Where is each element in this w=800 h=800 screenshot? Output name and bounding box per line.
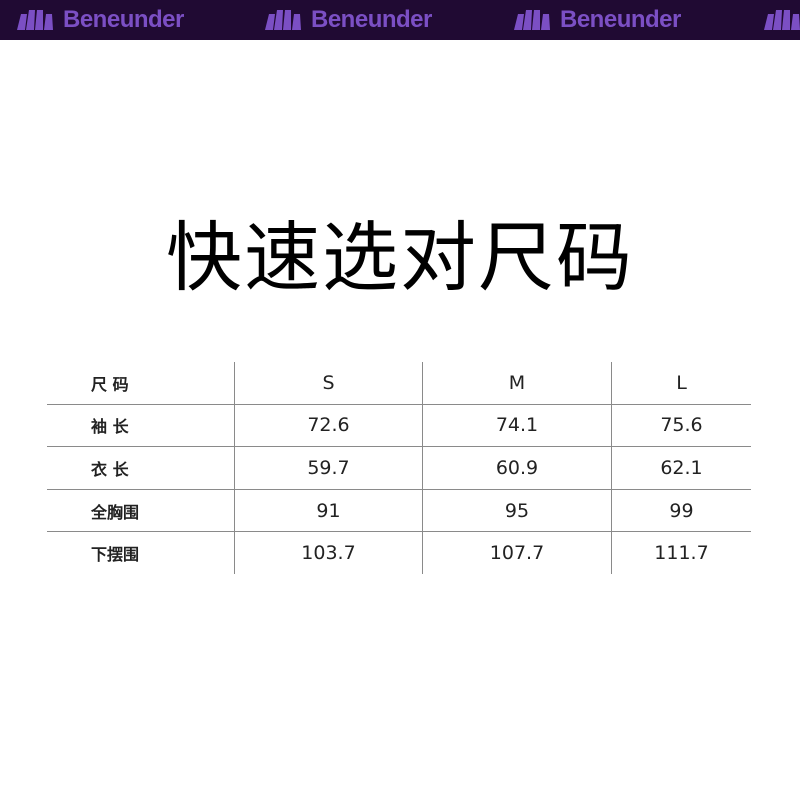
table-cell: 74.1 [422,404,612,447]
brand-logo-icon [764,10,800,30]
table-row: 全胸围 91 95 99 [47,489,751,532]
table-cell: 99 [669,499,694,522]
row-label: 衣 长 [47,446,235,490]
brand-logo: Beneunder [16,0,184,40]
table-cell: 75.6 [660,414,703,437]
brand-name: Beneunder [311,6,432,33]
brand-banner: Beneunder Beneunder Beneunder [0,0,800,40]
page-title: 快速选对尺码 [166,213,634,302]
brand-logo-icon [265,10,301,30]
brand-logo [763,0,800,40]
header-label: 尺 码 [47,362,235,405]
table-header-row: 尺 码 S M L [47,362,751,405]
table-row: 衣 长 59.7 60.9 62.1 [47,446,751,490]
table-cell: 95 [422,489,612,532]
table-cell: 62.1 [660,456,703,479]
table-cell: 59.7 [234,446,423,490]
table-cell: 111.7 [654,542,709,565]
size-header-s: S [234,362,423,405]
brand-name: Beneunder [63,6,184,33]
brand-logo-icon [514,10,550,30]
table-cell: 103.7 [234,531,423,574]
table-cell: 91 [234,489,423,532]
brand-logo-icon [17,10,53,30]
row-label: 全胸围 [47,489,235,532]
brand-logo: Beneunder [513,0,681,40]
brand-name: Beneunder [560,6,681,33]
table-cell: 107.7 [422,531,612,574]
table-row: 下摆围 103.7 107.7 111.7 [47,531,751,574]
table-row: 袖 长 72.6 74.1 75.6 [47,404,751,447]
size-header-m: M [422,362,612,405]
row-label: 袖 长 [47,404,235,447]
row-label: 下摆围 [47,531,235,574]
brand-logo: Beneunder [264,0,432,40]
size-table: 尺 码 S M L 袖 长 72.6 74.1 75.6 衣 长 59.7 60… [47,362,751,574]
table-cell: 60.9 [422,446,612,490]
table-cell: 72.6 [234,404,423,447]
size-header-l: L [676,371,687,394]
